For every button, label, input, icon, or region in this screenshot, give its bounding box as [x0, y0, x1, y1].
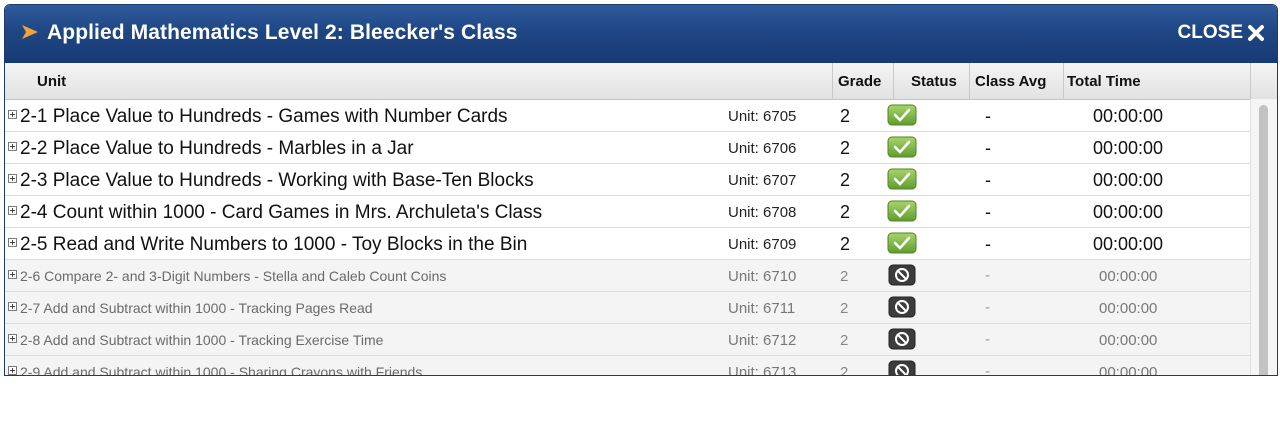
no-entry-icon: [888, 328, 916, 350]
grade-value: 2: [840, 106, 851, 126]
table-row[interactable]: 2-4 Count within 1000 - Card Games in Mr…: [5, 196, 1277, 228]
unit-dialog: Applied Mathematics Level 2: Bleecker's …: [4, 4, 1278, 376]
no-entry-icon: [888, 296, 916, 318]
unit-name[interactable]: 2-1 Place Value to Hundreds - Games with…: [20, 106, 508, 128]
total-time-value: 00:00:00: [1093, 234, 1164, 254]
no-entry-icon: [888, 360, 916, 375]
table-row[interactable]: 2-3 Place Value to Hundreds - Working wi…: [5, 164, 1277, 196]
dialog-title: Applied Mathematics Level 2: Bleecker's …: [47, 21, 518, 44]
unit-number: Unit: 6707: [728, 172, 797, 189]
plus-box-icon[interactable]: [8, 270, 17, 279]
total-time-value: 00:00:00: [1093, 138, 1164, 158]
plus-box-icon[interactable]: [8, 238, 17, 247]
unit-number: Unit: 6709: [728, 236, 797, 253]
total-time-value: 00:00:00: [1099, 300, 1158, 317]
unit-list: 2-1 Place Value to Hundreds - Games with…: [5, 100, 1277, 376]
plus-box-icon[interactable]: [8, 302, 17, 311]
check-icon: [887, 232, 917, 254]
table-row[interactable]: 2-9 Add and Subtract within 1000 - Shari…: [5, 356, 1277, 376]
class-avg-value: -: [985, 138, 991, 158]
class-avg-value: -: [985, 363, 990, 376]
class-avg-value: -: [985, 170, 991, 190]
check-icon: [887, 104, 917, 126]
unit-name[interactable]: 2-3 Place Value to Hundreds - Working wi…: [20, 170, 534, 192]
grade-value: 2: [840, 138, 851, 158]
table-row[interactable]: 2-5 Read and Write Numbers to 1000 - Toy…: [5, 228, 1277, 260]
no-entry-icon: [888, 264, 916, 286]
column-divider: [832, 63, 833, 99]
plus-box-icon[interactable]: [8, 142, 17, 151]
column-divider: [1250, 63, 1251, 99]
class-avg-value: -: [985, 106, 991, 126]
grade-value: 2: [840, 268, 849, 285]
column-divider: [893, 63, 894, 99]
scrollbar-thumb[interactable]: [1259, 105, 1268, 375]
grade-value: 2: [840, 300, 849, 317]
column-divider: [1063, 63, 1064, 99]
column-header-total-time[interactable]: Total Time: [1067, 73, 1141, 90]
grade-value: 2: [840, 364, 849, 376]
check-icon: [887, 136, 917, 158]
plus-box-icon[interactable]: [8, 174, 17, 183]
unit-number: Unit: 6713: [728, 364, 797, 376]
table-row[interactable]: 2-7 Add and Subtract within 1000 - Track…: [5, 292, 1277, 324]
unit-name[interactable]: 2-5 Read and Write Numbers to 1000 - Toy…: [20, 234, 527, 256]
grade-value: 2: [840, 170, 851, 190]
unit-name[interactable]: 2-9 Add and Subtract within 1000 - Shari…: [20, 364, 422, 375]
unit-number: Unit: 6710: [728, 268, 797, 285]
plus-box-icon[interactable]: [8, 110, 17, 119]
total-time-value: 00:00:00: [1099, 268, 1158, 285]
total-time-value: 00:00:00: [1099, 332, 1158, 349]
unit-number: Unit: 6708: [728, 204, 797, 221]
grade-value: 2: [840, 332, 849, 349]
class-avg-value: -: [985, 267, 990, 284]
plus-box-icon[interactable]: [8, 366, 17, 375]
check-icon: [887, 168, 917, 190]
unit-number: Unit: 6711: [728, 300, 796, 317]
unit-number: Unit: 6712: [728, 332, 797, 349]
unit-name[interactable]: 2-4 Count within 1000 - Card Games in Mr…: [20, 202, 542, 224]
plus-box-icon[interactable]: [8, 206, 17, 215]
title-bar: Applied Mathematics Level 2: Bleecker's …: [5, 5, 1277, 63]
close-x-icon: [1248, 25, 1264, 41]
table-row[interactable]: 2-8 Add and Subtract within 1000 - Track…: [5, 324, 1277, 356]
close-label: CLOSE: [1177, 22, 1243, 43]
unit-name[interactable]: 2-8 Add and Subtract within 1000 - Track…: [20, 332, 383, 348]
grade-value: 2: [840, 234, 851, 254]
column-divider: [969, 63, 970, 99]
close-button[interactable]: CLOSE: [1178, 22, 1265, 44]
total-time-value: 00:00:00: [1093, 170, 1164, 190]
check-icon: [887, 200, 917, 222]
table-header: Unit Grade Status Class Avg Total Time: [5, 63, 1277, 100]
column-header-grade[interactable]: Grade: [838, 73, 881, 90]
column-header-unit[interactable]: Unit: [37, 73, 66, 90]
grade-value: 2: [840, 202, 851, 222]
plus-box-icon[interactable]: [8, 334, 17, 343]
class-avg-value: -: [985, 299, 990, 316]
column-header-class-avg[interactable]: Class Avg: [975, 73, 1046, 90]
unit-name[interactable]: 2-6 Compare 2- and 3-Digit Numbers - Ste…: [20, 268, 446, 284]
table-row[interactable]: 2-6 Compare 2- and 3-Digit Numbers - Ste…: [5, 260, 1277, 292]
total-time-value: 00:00:00: [1099, 364, 1158, 376]
play-arrow-icon: [22, 25, 38, 39]
total-time-value: 00:00:00: [1093, 202, 1164, 222]
unit-name[interactable]: 2-2 Place Value to Hundreds - Marbles in…: [20, 138, 414, 160]
unit-number: Unit: 6705: [728, 108, 797, 125]
unit-number: Unit: 6706: [728, 140, 797, 157]
class-avg-value: -: [985, 234, 991, 254]
column-header-status[interactable]: Status: [911, 73, 957, 90]
vertical-scrollbar[interactable]: [1250, 99, 1277, 375]
table-row[interactable]: 2-2 Place Value to Hundreds - Marbles in…: [5, 132, 1277, 164]
class-avg-value: -: [985, 202, 991, 222]
table-row[interactable]: 2-1 Place Value to Hundreds - Games with…: [5, 100, 1277, 132]
class-avg-value: -: [985, 331, 990, 348]
total-time-value: 00:00:00: [1093, 106, 1164, 126]
unit-name[interactable]: 2-7 Add and Subtract within 1000 - Track…: [20, 300, 373, 316]
